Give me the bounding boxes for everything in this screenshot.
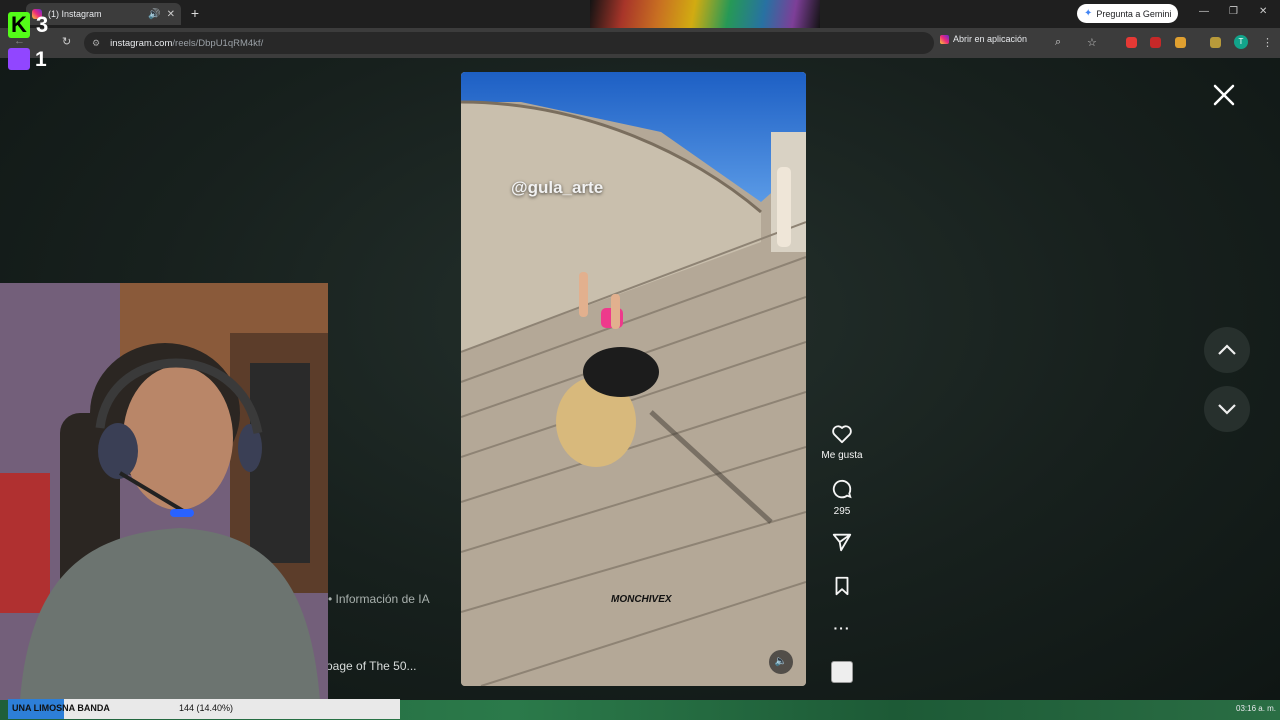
new-tab-button[interactable]: + [188,6,202,20]
webcam-frame [0,283,328,700]
comment-count: 295 [833,506,851,517]
reload-icon[interactable]: ↻ [62,35,71,48]
like-button[interactable]: Me gusta [820,424,864,461]
open-in-app-label: Abrir en aplicación [953,34,1028,44]
instagram-app-icon [940,34,949,44]
ai-info-link[interactable]: • Información de IA [328,592,430,606]
gemini-label: Pregunta a Gemini [1096,8,1172,19]
system-clock: 03:16 a. m. [1236,704,1277,713]
donation-goal-progress: 144 (14.40%) [179,703,234,713]
like-label: Me gusta [821,450,863,461]
extensions-puzzle-icon[interactable] [1175,37,1186,48]
close-reel-icon[interactable] [1211,82,1237,108]
browser-theme-decoration [590,0,820,28]
comment-button[interactable]: 295 [820,478,864,517]
twitch-viewer-count: 1 [35,48,47,71]
window-restore-icon[interactable]: ❐ [1229,6,1238,17]
url-host: instagram.com [110,37,173,49]
extension-pdf-icon[interactable] [1150,37,1161,48]
chevron-down-icon [1218,404,1236,415]
previous-reel-button[interactable] [1204,327,1250,373]
comment-icon [832,479,852,499]
next-reel-button[interactable] [1204,386,1250,432]
donation-goal-label: UNA LIMOSNA BANDA [12,703,110,713]
reading-list-icon[interactable] [1210,37,1221,48]
reel-signature: MONCHIVEX [611,594,672,605]
ask-gemini-button[interactable]: ✦ Pregunta a Gemini [1077,4,1179,23]
tab-audio-icon[interactable]: 🔊 [148,9,160,20]
site-info-icon[interactable]: ⚙ [92,38,100,49]
donation-goal-bar: UNA LIMOSNA BANDA 144 (14.40%) [8,699,400,719]
kick-logo-icon: K [8,12,30,38]
address-bar[interactable]: ⚙ instagram.com /reels/DbpU1qRM4kf/ [84,32,934,54]
open-in-app-button[interactable]: Abrir en aplicación [940,34,1027,44]
heart-icon [832,425,852,444]
zoom-icon[interactable]: ⌕ [1055,36,1061,49]
audio-thumbnail[interactable] [831,661,853,683]
window-minimize-icon[interactable]: — [1199,6,1209,17]
bookmark-icon [835,576,849,596]
url-path: /reels/DbpU1qRM4kf/ [172,37,264,49]
kick-viewer-count: 3 [36,12,49,37]
profile-avatar[interactable]: T [1234,35,1248,49]
extension-red-icon[interactable] [1126,37,1137,48]
window-close-icon[interactable]: ✕ [1259,6,1267,17]
save-button[interactable] [820,575,864,602]
streamer-webcam [0,283,328,700]
twitch-logo-icon [8,48,30,70]
reel-video[interactable]: @gula_arte MONCHIVEX 🔈 [461,72,806,686]
share-button[interactable] [820,531,864,558]
bookmark-star-icon[interactable]: ☆ [1087,36,1097,49]
tab-close-icon[interactable]: ✕ [167,9,175,20]
audio-track-name[interactable]: oage of The 50... [326,659,417,673]
more-options-icon[interactable]: ··· [820,620,864,636]
reel-watermark: @gula_arte [511,178,604,197]
send-icon [832,533,852,552]
chevron-up-icon [1218,344,1236,355]
browser-tab-instagram[interactable]: (1) Instagram 🔊 ✕ [26,3,181,25]
mute-toggle-icon[interactable]: 🔈 [769,650,793,674]
browser-menu-icon[interactable]: ⋮ [1262,36,1273,49]
gemini-sparkle-icon: ✦ [1084,8,1093,19]
tab-title: (1) Instagram [48,9,102,19]
